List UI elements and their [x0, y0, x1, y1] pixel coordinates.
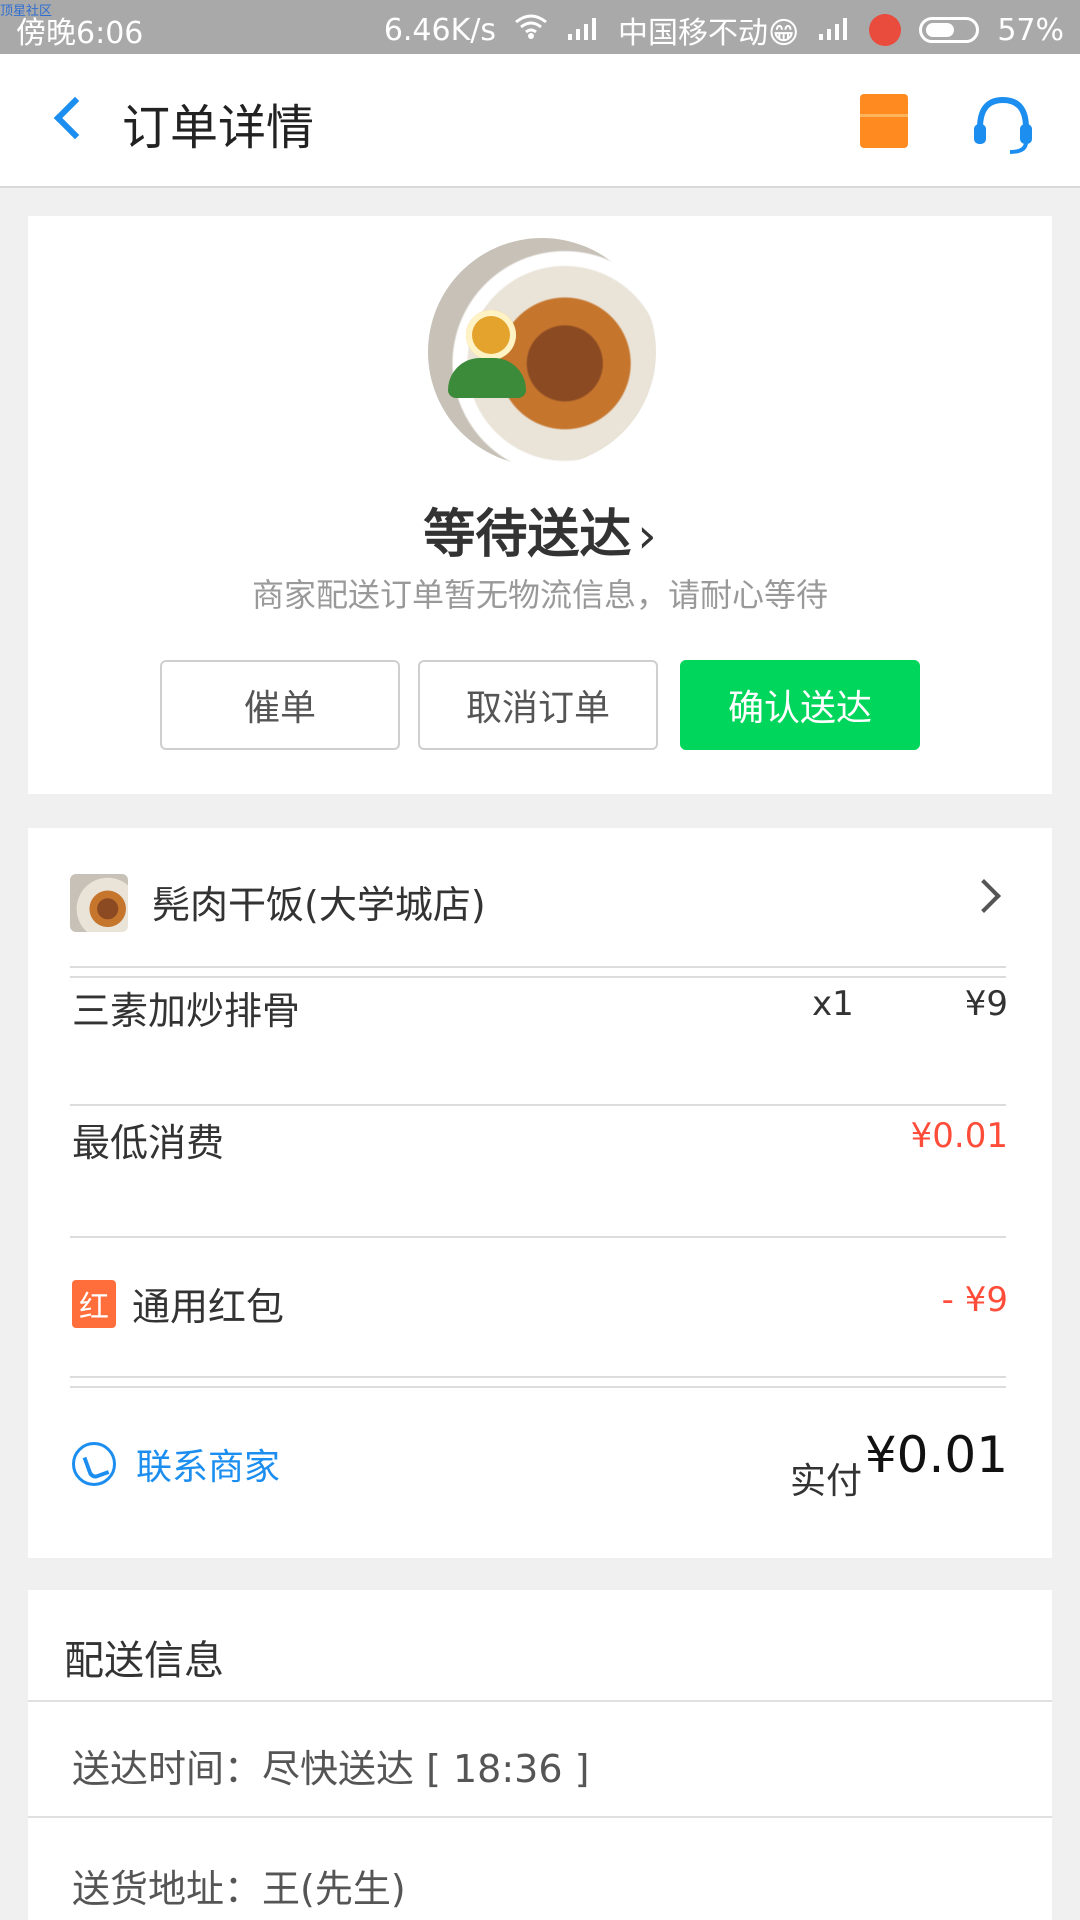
- contact-merchant-label: 联系商家: [136, 1447, 281, 1488]
- order-status-text: 等待送达: [423, 505, 632, 565]
- divider: [70, 1104, 1006, 1106]
- min-fee-value: ¥0.01: [910, 1116, 1008, 1156]
- divider: [70, 1376, 1006, 1388]
- devil-icon: [869, 14, 902, 46]
- phone-icon: [72, 1442, 116, 1486]
- divider: [28, 1700, 1052, 1702]
- delivery-time: 送达时间：尽快送达 [ 18:36 ]: [72, 1747, 590, 1791]
- item-name: 三素加炒排骨: [72, 989, 301, 1033]
- chevron-right-icon: ›: [637, 508, 657, 564]
- status-bar: 顶星社区 傍晚6:06 6.46K/s 中国移不动😁 57%: [0, 0, 1080, 54]
- remind-button[interactable]: 催单: [160, 660, 400, 750]
- greens-image-detail: [448, 358, 526, 398]
- carrier-name: 中国移不动😁: [618, 16, 800, 51]
- battery-icon: [919, 17, 980, 43]
- chevron-right-icon: [972, 878, 1002, 908]
- paid-label: 实付: [789, 1461, 862, 1502]
- confirm-delivery-button[interactable]: 确认送达: [680, 660, 920, 750]
- order-status-description: 商家配送订单暂无物流信息，请耐心等待: [251, 576, 828, 614]
- shop-thumbnail: [70, 874, 128, 932]
- shop-name: 髡肉干饭(大学城店): [152, 883, 486, 927]
- shop-row[interactable]: 髡肉干饭(大学城店): [70, 868, 1010, 948]
- wifi-icon: [514, 13, 548, 48]
- delivery-address: 送货地址：王(先生): [72, 1867, 406, 1911]
- delivery-info-card: 配送信息 送达时间：尽快送达 [ 18:36 ] 送货地址：王(先生): [28, 1590, 1052, 1920]
- divider: [28, 1816, 1052, 1818]
- battery-percent: 57%: [997, 12, 1064, 48]
- contact-merchant-button[interactable]: 联系商家: [72, 1438, 280, 1490]
- network-speed: 6.46K/s: [383, 12, 497, 48]
- divider: [70, 1236, 1006, 1238]
- hongbao-label: 通用红包: [132, 1285, 285, 1329]
- item-qty: x1: [812, 984, 854, 1024]
- signal-icon: [566, 13, 600, 48]
- page-title: 订单详情: [122, 100, 315, 156]
- order-status-card: 等待送达 › 商家配送订单暂无物流信息，请耐心等待 催单 取消订单 确认送达: [28, 216, 1052, 794]
- item-price: ¥9: [964, 984, 1008, 1024]
- headset-icon[interactable]: [970, 94, 1036, 154]
- delivery-section-title: 配送信息: [64, 1638, 224, 1684]
- coupon-icon[interactable]: [860, 94, 908, 148]
- order-items-card: 髡肉干饭(大学城店) 三素加炒排骨 x1 ¥9 最低消费 ¥0.01 红 通用红…: [28, 828, 1052, 1558]
- divider: [70, 966, 1006, 978]
- paid-amount: ¥0.01: [864, 1426, 1008, 1484]
- hongbao-value: - ¥9: [941, 1280, 1008, 1320]
- order-status-title[interactable]: 等待送达 ›: [28, 492, 1052, 567]
- min-fee-label: 最低消费: [72, 1121, 225, 1165]
- cancel-order-button[interactable]: 取消订单: [418, 660, 658, 750]
- signal-icon-2: [817, 13, 851, 48]
- egg-image-detail: [466, 310, 516, 360]
- status-time: 傍晚6:06: [16, 16, 144, 51]
- app-header: 订单详情: [0, 54, 1080, 188]
- shop-food-image: [428, 238, 656, 466]
- back-icon[interactable]: [50, 101, 86, 137]
- hongbao-badge-icon: 红: [72, 1280, 116, 1328]
- status-right: 6.46K/s 中国移不动😁 57%: [384, 8, 1064, 52]
